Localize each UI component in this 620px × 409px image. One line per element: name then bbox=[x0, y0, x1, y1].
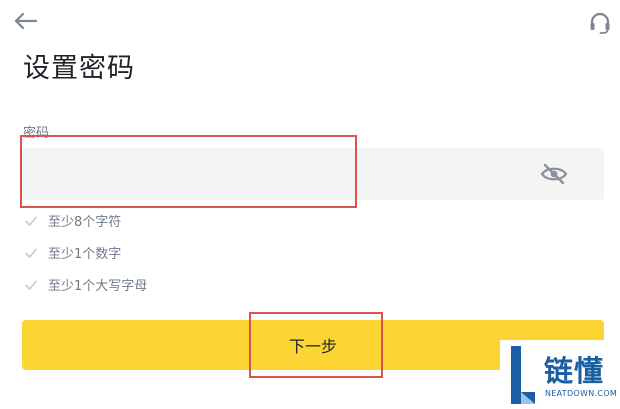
watermark-text: 链懂 bbox=[544, 354, 605, 388]
requirement-item: 至少1个大写字母 bbox=[24, 275, 147, 294]
eye-off-icon bbox=[540, 163, 568, 185]
requirement-text: 至少8个字符 bbox=[48, 215, 122, 230]
check-icon bbox=[25, 248, 37, 258]
check-icon bbox=[25, 280, 37, 290]
watermark: 链懂 NEATDOWN.COM bbox=[500, 340, 620, 409]
requirement-item: 至少1个数字 bbox=[24, 243, 121, 262]
requirement-item: 至少8个字符 bbox=[24, 211, 121, 230]
watermark-url: NEATDOWN.COM bbox=[545, 389, 618, 398]
check-icon bbox=[25, 216, 37, 226]
password-visibility-toggle[interactable] bbox=[538, 160, 570, 188]
support-button[interactable] bbox=[586, 10, 614, 36]
arrow-left-icon bbox=[14, 12, 38, 30]
page-title: 设置密码 bbox=[23, 53, 135, 84]
highlight-box-password bbox=[20, 135, 357, 208]
requirement-text: 至少1个大写字母 bbox=[48, 279, 148, 294]
watermark-logo-icon bbox=[511, 346, 535, 404]
highlight-box-next bbox=[249, 312, 383, 378]
back-button[interactable] bbox=[12, 10, 38, 32]
headset-icon bbox=[590, 12, 610, 34]
requirement-text: 至少1个数字 bbox=[48, 247, 122, 262]
